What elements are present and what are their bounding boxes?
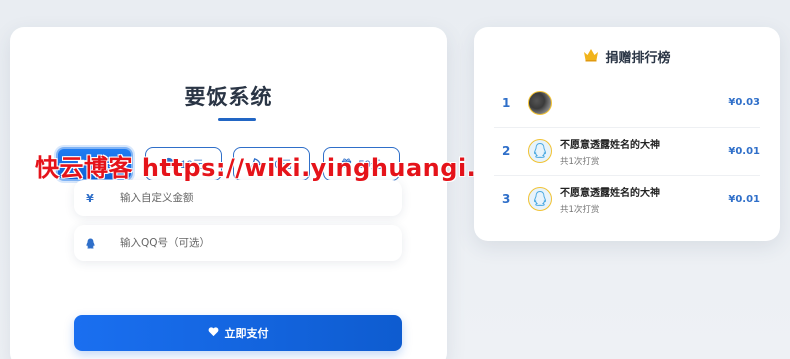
donation-count: 共1次打赏 bbox=[560, 204, 600, 215]
donation-amount: ¥0.01 bbox=[728, 193, 760, 205]
avatar bbox=[528, 90, 552, 115]
leaderboard-row: 2 不愿意透露姓名的大神 共1次打赏 ¥0.01 bbox=[494, 127, 760, 174]
qq-penguin-icon bbox=[74, 225, 106, 261]
donor-name: 不愿意透露姓名的大神 bbox=[560, 187, 660, 199]
leaderboard-row: 3 不愿意透露姓名的大神 共1次打赏 ¥0.01 bbox=[494, 175, 760, 222]
qq-field bbox=[74, 225, 402, 261]
custom-amount-field: ¥ bbox=[74, 180, 402, 216]
pay-now-label: 立即支付 bbox=[224, 328, 269, 340]
qq-input[interactable] bbox=[106, 225, 402, 261]
payment-card: 要饭系统 5元 10元 20元 50元 ¥ 输入自定义金额 输入QQ号（可选） … bbox=[10, 27, 447, 359]
rank-number: 3 bbox=[502, 192, 511, 206]
pay-now-button[interactable]: 立即支付 bbox=[74, 315, 402, 351]
rank-info: 不愿意透露姓名的大神 共1次打赏 bbox=[560, 136, 728, 167]
rank-number: 2 bbox=[502, 144, 511, 158]
rank-info: 不愿意透露姓名的大神 共1次打赏 bbox=[560, 184, 728, 215]
title-underline bbox=[218, 118, 256, 121]
donation-count: 共1次打赏 bbox=[560, 156, 600, 167]
page-title: 要饭系统 bbox=[184, 85, 273, 109]
rank-number: 1 bbox=[502, 95, 511, 110]
watermark-text: 快云博客 https://wiki.yinghuangi.cn/ bbox=[35, 154, 518, 182]
donation-amount: ¥0.03 bbox=[728, 97, 760, 108]
avatar bbox=[528, 187, 552, 211]
leaderboard-title-text: 捐赠排行榜 bbox=[605, 51, 671, 66]
donation-amount: ¥0.01 bbox=[728, 145, 760, 157]
donor-name: 不愿意透露姓名的大神 bbox=[560, 139, 660, 151]
crown-icon bbox=[583, 48, 599, 66]
rank-info bbox=[560, 101, 728, 105]
yuan-icon: ¥ bbox=[86, 191, 94, 205]
avatar bbox=[528, 139, 552, 163]
leaderboard-row: 1 ¥0.03 bbox=[494, 79, 760, 126]
heart-icon bbox=[208, 326, 219, 340]
leaderboard-title: 捐赠排行榜 bbox=[474, 47, 780, 66]
leaderboard-card: 捐赠排行榜 1 ¥0.03 2 不愿意透露姓名的大神 共1次打赏 ¥0.01 3… bbox=[474, 27, 780, 241]
custom-amount-input[interactable] bbox=[106, 180, 402, 216]
